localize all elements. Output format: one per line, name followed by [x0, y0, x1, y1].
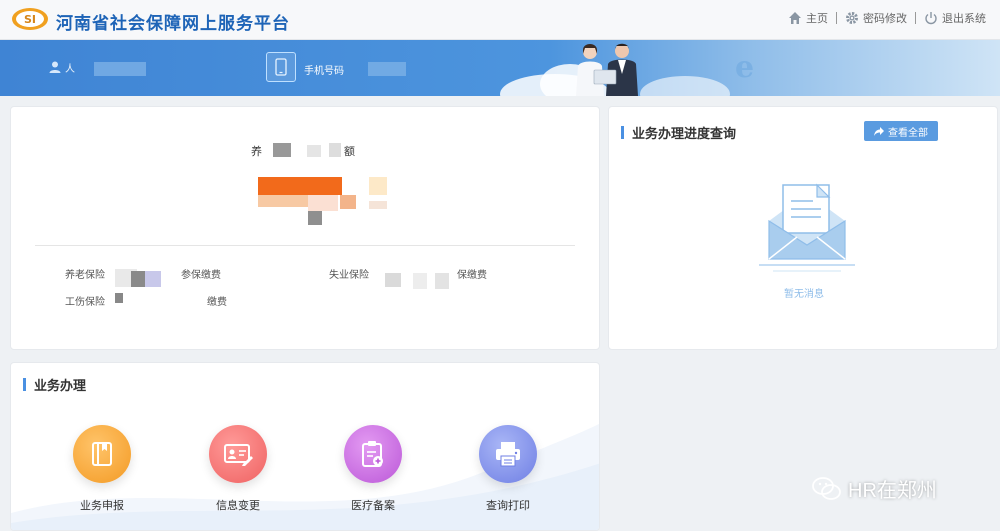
service-icon-circle: [344, 425, 402, 483]
service-medical-filing-button[interactable]: 医疗备案: [328, 425, 418, 513]
redacted-caption-block: [329, 143, 341, 157]
phone-icon-box: [266, 52, 296, 82]
service-medical-filing-label: 医疗备案: [351, 499, 395, 512]
banner-people-illustration: [576, 43, 638, 96]
redacted-balance-amount: [340, 195, 356, 209]
service-icon-circle: [73, 425, 131, 483]
contribution-label: 保缴费: [457, 270, 487, 281]
redacted-balance-amount: [369, 177, 387, 195]
wechat-watermark: HR在郑州: [812, 474, 937, 503]
watermark-text: HR在郑州: [848, 480, 937, 502]
service-apply-button[interactable]: 业务申报: [57, 425, 147, 513]
redacted-value: [115, 293, 123, 303]
service-icon-circle: [479, 425, 537, 483]
account-summary-card: 养额 养老保险 参保缴费 失业保险 保缴费 工伤保险 缴费: [10, 106, 600, 350]
service-icon-circle: [209, 425, 267, 483]
share-arrow-icon: [874, 126, 884, 136]
home-icon: [789, 12, 801, 24]
decorative-e-logo: e: [735, 50, 755, 85]
site-logo: SI: [12, 8, 48, 30]
nav-divider: [836, 12, 837, 24]
printer-icon: [496, 442, 520, 467]
redacted-balance-amount: [369, 201, 387, 209]
service-info-change-button[interactable]: 信息变更: [193, 425, 283, 513]
business-services-card: 业务办理 业务申报 信息变更 医疗备案 查询打印: [10, 362, 600, 531]
nav-logout[interactable]: 退出系统: [924, 10, 986, 26]
nav-home[interactable]: 主页: [788, 10, 828, 26]
redacted-balance-amount: [258, 195, 308, 207]
contribution-label: 参保缴费: [181, 270, 221, 281]
redacted-value: [413, 273, 427, 289]
service-info-change-label: 信息变更: [216, 499, 260, 512]
clipboard-medical-icon: [362, 441, 383, 467]
nav-home-label: 主页: [806, 12, 828, 25]
redacted-value: [435, 273, 449, 289]
progress-section-title: 业务办理进度查询: [621, 123, 736, 142]
top-header: SI 河南省社会保障网上服务平台 主页 密码修改 退出系统: [0, 0, 1000, 40]
top-nav: 主页 密码修改 退出系统: [788, 10, 986, 26]
user-banner: 人 手机号码 e: [0, 40, 1000, 96]
service-apply-label: 业务申报: [80, 499, 124, 512]
nav-divider: [915, 12, 916, 24]
title-accent-bar: [23, 378, 26, 391]
phone-number-label: 手机号码: [304, 66, 344, 77]
view-all-button[interactable]: 查看全部: [864, 121, 938, 141]
gear-icon: [846, 12, 858, 24]
redacted-caption-block: [307, 145, 321, 157]
progress-query-card: 业务办理进度查询 查看全部 暂无消息: [608, 106, 998, 350]
empty-message-text: 暂无消息: [784, 289, 824, 300]
redacted-balance-amount: [258, 177, 342, 195]
redacted-value: [145, 271, 161, 287]
contribution-label: 缴费: [207, 297, 227, 308]
pension-insurance-label: 养老保险: [65, 270, 105, 281]
redacted-balance-amount: [308, 211, 322, 225]
business-section-title: 业务办理: [23, 375, 86, 394]
account-divider: [35, 245, 575, 246]
id-card-icon: [224, 444, 253, 466]
redacted-value: [385, 273, 401, 287]
redacted-caption-block: [273, 143, 291, 157]
power-icon: [925, 12, 937, 25]
work-injury-insurance-label: 工伤保险: [65, 297, 105, 308]
nav-change-password[interactable]: 密码修改: [845, 10, 907, 26]
user-icon: [49, 61, 61, 73]
service-query-print-label: 查询打印: [486, 499, 530, 512]
redacted-user-name: [94, 62, 146, 76]
wechat-icon: [812, 476, 841, 500]
phone-icon: [275, 58, 287, 76]
user-name-label: 人: [65, 64, 75, 75]
nav-change-password-label: 密码修改: [863, 12, 907, 25]
view-all-label: 查看全部: [888, 127, 928, 139]
redacted-value: [131, 271, 145, 287]
book-icon: [92, 442, 112, 466]
empty-envelope-icon: [759, 183, 855, 272]
redacted-balance-amount: [308, 195, 338, 211]
redacted-phone-number: [368, 62, 406, 76]
site-title: 河南省社会保障网上服务平台: [56, 14, 290, 34]
nav-logout-label: 退出系统: [942, 12, 986, 25]
unemployment-insurance-label: 失业保险: [329, 270, 369, 281]
title-accent-bar: [621, 126, 624, 139]
service-query-print-button[interactable]: 查询打印: [463, 425, 553, 513]
svg-text:SI: SI: [24, 13, 36, 26]
